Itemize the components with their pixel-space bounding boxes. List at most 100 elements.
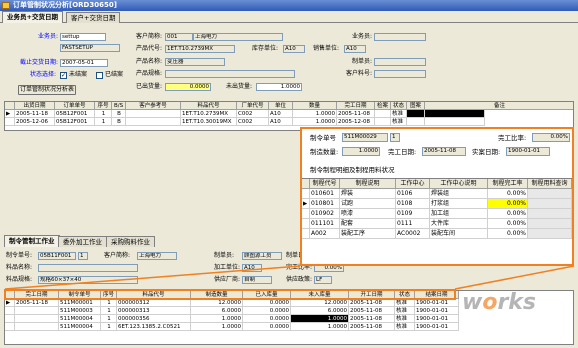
wo-cell[interactable]: 6.0000 xyxy=(191,307,243,315)
analysis-report-button[interactable]: 订单管制状况分析表 xyxy=(18,85,76,95)
process-query-button[interactable] xyxy=(528,189,572,199)
wo-cell[interactable]: 核准 xyxy=(395,315,415,323)
tab-customer-date[interactable]: 客户+交货日期 xyxy=(66,12,121,23)
orders-cell[interactable]: 1ET.T10.2739MX xyxy=(181,110,237,118)
orders-col-header[interactable]: 订单单号 xyxy=(55,102,95,110)
orders-cell[interactable] xyxy=(126,118,181,126)
orders-cell[interactable]: 1ET.T10.30019MX xyxy=(181,118,237,126)
process-cell[interactable]: 0106 xyxy=(396,189,430,199)
orders-cell[interactable]: 2005-11-18 xyxy=(15,110,55,118)
process-cell[interactable]: 010902 xyxy=(310,209,340,219)
tab-salesperson-date[interactable]: 业务员+交货日期 xyxy=(2,11,63,23)
wo-cell[interactable]: 0.0000 xyxy=(243,323,291,331)
wo-cell[interactable]: 1.0000 xyxy=(291,323,349,331)
process-cell[interactable]: 试跑 xyxy=(340,199,396,209)
wo-cell[interactable]: 0.0000 xyxy=(243,299,291,307)
wo-cell[interactable]: 1.0000 xyxy=(191,323,243,331)
process-cell[interactable]: 装配车间 xyxy=(430,229,488,239)
wo-cell[interactable]: 0.0000 xyxy=(243,307,291,315)
orders-cell[interactable]: 05B12F001 xyxy=(55,110,95,118)
wo-cell[interactable]: 12.0000 xyxy=(291,299,349,307)
orders-cell[interactable]: A10 xyxy=(269,110,293,118)
process-col-header[interactable]: 制程说明 xyxy=(340,179,396,189)
wo-cell[interactable]: 1 xyxy=(101,323,117,331)
tab-purchase[interactable]: 采购购料作业 xyxy=(106,236,155,247)
process-cell[interactable]: 011101 xyxy=(310,219,340,229)
wo-cell[interactable]: 000000313 xyxy=(117,307,191,315)
wo-cell[interactable]: 2005-11-08 xyxy=(349,307,395,315)
wo-cell[interactable]: 511M00003 xyxy=(59,307,101,315)
process-cell[interactable]: 大件库 xyxy=(430,219,488,229)
wo-cell[interactable]: 511M00001 xyxy=(59,299,101,307)
wo-cell[interactable]: 6.0000 xyxy=(291,307,349,315)
tab-work-order[interactable]: 制令管制工作业 xyxy=(4,235,60,247)
orders-cell[interactable] xyxy=(407,118,425,126)
process-cell[interactable]: 加工组 xyxy=(430,209,488,219)
wo-cell[interactable] xyxy=(15,323,59,331)
process-cell[interactable]: 0111 xyxy=(396,219,430,229)
wo-cell[interactable]: 1 xyxy=(101,299,117,307)
process-cell[interactable]: 配套 xyxy=(340,219,396,229)
process-cell[interactable]: 0.00% xyxy=(488,229,528,239)
orders-cell[interactable] xyxy=(425,110,485,118)
process-query-button[interactable] xyxy=(528,219,572,229)
orders-cell[interactable] xyxy=(407,110,425,118)
unfinished-checkbox[interactable]: ✓ xyxy=(60,72,67,79)
wo-cell[interactable]: 1900-01-01 xyxy=(415,299,459,307)
orders-cell[interactable]: C002 xyxy=(237,110,269,118)
orders-cell[interactable]: 核准 xyxy=(391,110,407,118)
orders-cell[interactable] xyxy=(375,110,391,118)
wo-cell[interactable]: 1 xyxy=(101,315,117,323)
wo-cell[interactable]: 511M00004 xyxy=(59,323,101,331)
orders-cell[interactable]: 1.0000 xyxy=(293,110,337,118)
orders-cell[interactable]: A10 xyxy=(269,118,293,126)
orders-cell[interactable] xyxy=(126,110,181,118)
process-cell[interactable]: A002 xyxy=(310,229,340,239)
orders-cell[interactable] xyxy=(425,118,485,126)
orders-cell[interactable]: 核准 xyxy=(391,118,407,126)
wo-cell[interactable]: 2005-11-08 xyxy=(349,323,395,331)
wo-cell[interactable]: 0.0000 xyxy=(243,315,291,323)
wo-cell[interactable]: 1.0000 xyxy=(191,315,243,323)
process-col-header[interactable]: 制程完工率 xyxy=(488,179,528,189)
wo-cell[interactable]: 2005-11-08 xyxy=(349,299,395,307)
orders-col-header[interactable]: 状态 xyxy=(391,102,407,110)
wo-cell[interactable]: 核准 xyxy=(395,323,415,331)
process-cell[interactable]: AC0002 xyxy=(396,229,430,239)
process-cell[interactable]: 喷漆 xyxy=(340,209,396,219)
process-cell[interactable]: 打浆组 xyxy=(430,199,488,209)
orders-col-header[interactable]: 料品代号 xyxy=(181,102,237,110)
orders-col-header[interactable]: 客户参考号 xyxy=(126,102,181,110)
wo-cell[interactable]: 核准 xyxy=(395,299,415,307)
orders-col-header[interactable]: 序号 xyxy=(95,102,112,110)
wo-cell[interactable] xyxy=(15,315,59,323)
process-cell[interactable]: 010601 xyxy=(310,189,340,199)
process-cell[interactable]: 010801 xyxy=(310,199,340,209)
orders-cell[interactable]: 1 xyxy=(95,110,112,118)
wo-cell[interactable]: 2005-11-18 xyxy=(15,299,59,307)
process-cell[interactable]: 装配工序 xyxy=(340,229,396,239)
orders-cell[interactable]: 2005-12-06 xyxy=(15,118,55,126)
process-col-header[interactable]: 制程代号 xyxy=(310,179,340,189)
tab-outsource[interactable]: 委外加工作业 xyxy=(58,236,107,247)
process-col-header[interactable]: 制程用料查询 xyxy=(528,179,572,189)
process-cell[interactable]: 0.00% xyxy=(488,219,528,229)
orders-cell[interactable]: 05B12F001 xyxy=(55,118,95,126)
wo-cell[interactable]: 2005-11-08 xyxy=(349,315,395,323)
process-query-button[interactable] xyxy=(528,229,572,239)
wo-cell[interactable]: 1 xyxy=(101,307,117,315)
orders-cell[interactable] xyxy=(375,118,391,126)
process-cell[interactable]: 0.00% xyxy=(488,209,528,219)
wo-cell[interactable]: 000000312 xyxy=(117,299,191,307)
wo-cell[interactable]: 12.0000 xyxy=(191,299,243,307)
orders-cell[interactable]: 1.0000 xyxy=(293,118,337,126)
salesperson-input[interactable]: settup xyxy=(60,33,106,41)
orders-col-header[interactable]: 备注 xyxy=(425,102,573,110)
wo-cell[interactable]: 1900-01-01 xyxy=(415,315,459,323)
wo-cell[interactable]: 000000356 xyxy=(117,315,191,323)
process-query-button[interactable] xyxy=(528,209,572,219)
process-col-header[interactable]: 工作中心说明 xyxy=(430,179,488,189)
orders-cell[interactable]: B xyxy=(112,110,126,118)
orders-col-header[interactable]: 检案 xyxy=(375,102,391,110)
process-query-button[interactable] xyxy=(528,199,572,209)
